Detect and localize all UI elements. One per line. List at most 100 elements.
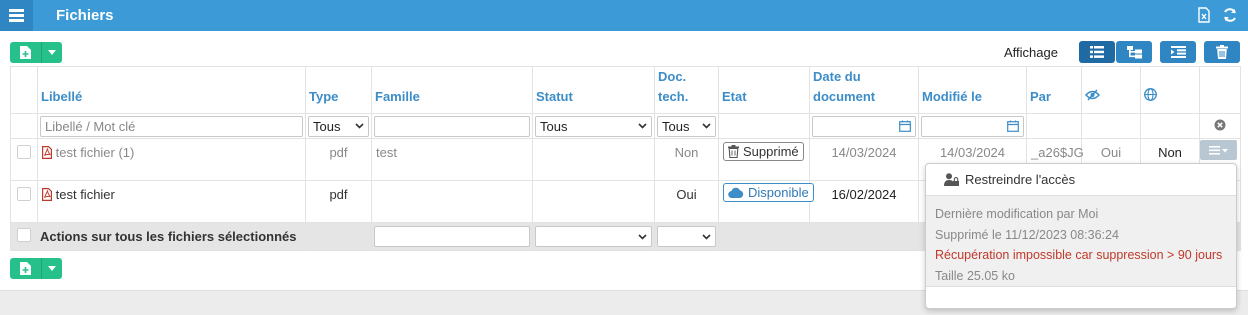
page-title: Fichiers — [56, 7, 114, 24]
table-header-row: Libellé Type Famille Statut Doc. tech. Et… — [10, 66, 1241, 114]
libelle-filter-input[interactable]: Libellé / Mot clé — [40, 115, 303, 137]
tree-icon — [1126, 45, 1142, 58]
indent-icon — [1170, 46, 1186, 58]
add-file-dropdown-button[interactable] — [42, 42, 62, 63]
new-file-icon — [20, 46, 31, 59]
list-view-button[interactable] — [1079, 41, 1115, 63]
libelle-filter-placeholder: Libellé / Mot clé — [45, 118, 136, 134]
modifie-filter-input[interactable] — [921, 115, 1024, 137]
eye-slash-icon — [1084, 89, 1101, 101]
famille-filter-input[interactable] — [374, 115, 530, 137]
trash-button[interactable] — [1204, 41, 1240, 63]
popup-footer — [926, 286, 1236, 308]
file-date-document: 14/03/2024 — [809, 138, 919, 181]
add-file-button-group — [10, 42, 62, 63]
status-label: Disponible — [748, 185, 809, 200]
chevron-down-icon — [702, 233, 711, 240]
add-file-button-group-bottom — [10, 258, 62, 279]
file-famille: test — [371, 138, 533, 181]
type-filter-value: Tous — [313, 118, 341, 134]
globe-icon — [1144, 88, 1157, 101]
status-badge: Supprimé — [723, 142, 804, 161]
column-actions — [1199, 66, 1241, 114]
pdf-file-icon — [42, 188, 52, 201]
column-par[interactable]: Par — [1026, 66, 1082, 114]
deleted-date-text: Supprimé le 11/12/2023 08:36:24 — [935, 227, 1119, 242]
chevron-down-icon — [702, 123, 711, 129]
clear-filters-icon[interactable] — [1214, 119, 1226, 131]
refresh-icon[interactable] — [1222, 7, 1238, 23]
column-libelle[interactable]: Libellé — [37, 66, 306, 114]
tree-view-button[interactable] — [1116, 41, 1152, 63]
statut-filter-select[interactable]: Tous — [535, 115, 652, 137]
hamburger-menu-button[interactable] — [0, 0, 33, 31]
column-type[interactable]: Type — [305, 66, 372, 114]
column-statut[interactable]: Statut — [532, 66, 655, 114]
bulk-statut-select[interactable] — [535, 226, 652, 247]
date-document-filter-input[interactable] — [812, 115, 916, 137]
file-type: pdf — [305, 138, 372, 181]
bulk-actions-label: Actions sur tous les fichiers sélectionn… — [37, 222, 306, 251]
chevron-down-icon — [355, 123, 364, 129]
bulk-famille-input[interactable] — [374, 226, 530, 247]
file-date-document: 16/02/2024 — [809, 180, 919, 223]
caret-down-icon — [48, 266, 56, 271]
display-label: Affichage — [1004, 45, 1058, 60]
trash-icon — [1216, 45, 1228, 59]
indent-button[interactable] — [1160, 41, 1196, 63]
statut-filter-value: Tous — [540, 118, 568, 134]
chevron-down-icon — [638, 123, 647, 129]
doc-tech-filter-select[interactable]: Tous — [657, 115, 716, 137]
file-size-text: Taille 25.05 ko — [935, 268, 1015, 283]
type-filter-select[interactable]: Tous — [308, 115, 369, 137]
restrict-access-label: Restreindre l'accès — [965, 172, 1076, 187]
calendar-icon[interactable] — [899, 120, 911, 132]
cloud-icon — [728, 187, 744, 198]
doc-tech-filter-value: Tous — [662, 118, 690, 134]
select-all-checkbox[interactable] — [17, 228, 31, 242]
row-actions-popup: Restreindre l'accès Dernière modificatio… — [925, 163, 1237, 309]
column-etat[interactable]: Etat — [718, 66, 810, 114]
row-checkbox[interactable] — [17, 145, 31, 159]
column-date-line2: document — [813, 89, 876, 104]
status-label: Supprimé — [743, 144, 799, 159]
column-hidden[interactable] — [1081, 66, 1141, 114]
top-bar: Fichiers — [0, 0, 1248, 31]
trash-icon — [728, 145, 739, 158]
recovery-warning-text: Récupération impossible car suppression … — [935, 248, 1223, 262]
column-famille[interactable]: Famille — [371, 66, 533, 114]
excel-export-icon[interactable] — [1196, 7, 1212, 23]
column-doc-tech-line2: tech. — [658, 89, 689, 104]
status-badge: Disponible — [723, 183, 814, 202]
row-actions-dropdown-button[interactable] — [1200, 140, 1237, 160]
user-lock-icon — [944, 173, 959, 186]
select-column-header — [10, 66, 38, 114]
caret-down-icon — [48, 50, 56, 55]
last-modified-text: Dernière modification par Moi — [935, 207, 1099, 221]
restrict-access-menu-item[interactable]: Restreindre l'accès — [926, 164, 1236, 196]
list-icon — [1090, 46, 1104, 58]
calendar-icon[interactable] — [1007, 120, 1019, 132]
add-file-button[interactable] — [10, 258, 42, 279]
add-file-button[interactable] — [10, 42, 42, 63]
pdf-file-icon — [42, 146, 52, 159]
file-famille — [371, 180, 533, 223]
file-name[interactable]: test fichier (1) — [56, 145, 135, 160]
chevron-down-icon — [638, 233, 647, 240]
file-name[interactable]: test fichier — [56, 187, 115, 202]
filter-row: Libellé / Mot clé Tous Tous Tous — [10, 113, 1241, 139]
column-doc-tech[interactable]: Doc. tech. — [654, 66, 719, 114]
column-public[interactable] — [1140, 66, 1200, 114]
file-type: pdf — [305, 180, 372, 223]
file-doc-tech: Non — [654, 138, 719, 181]
bulk-doc-tech-select[interactable] — [657, 226, 716, 247]
column-modifie-le[interactable]: Modifié le — [918, 66, 1027, 114]
add-file-dropdown-button[interactable] — [42, 258, 62, 279]
menu-caret-icon — [1208, 145, 1228, 155]
file-info-section: Dernière modification par Moi Supprimé l… — [926, 196, 1236, 286]
row-checkbox[interactable] — [17, 187, 31, 201]
column-date-document[interactable]: Date du document — [809, 66, 919, 114]
hamburger-icon — [9, 9, 24, 22]
column-doc-tech-line1: Doc. — [658, 69, 687, 84]
column-date-line1: Date du — [813, 69, 861, 84]
